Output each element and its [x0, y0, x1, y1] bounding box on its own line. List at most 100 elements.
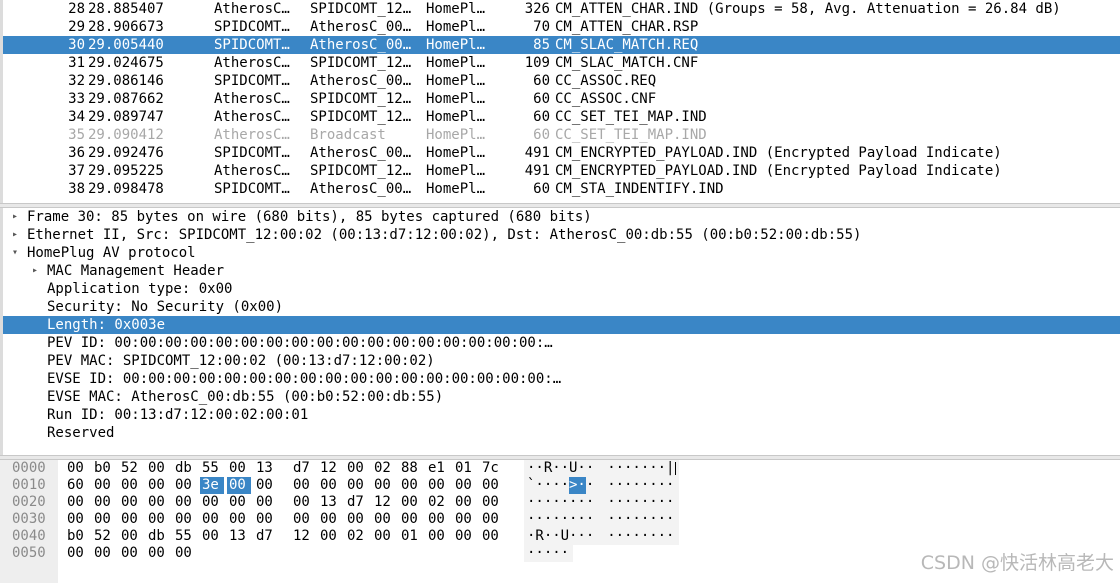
hex-byte[interactable]: 00 [374, 511, 398, 528]
hex-byte[interactable]: 00 [428, 477, 452, 494]
hex-byte[interactable]: 00 [148, 494, 172, 511]
ascii-char[interactable]: R [544, 460, 553, 477]
ascii-char[interactable]: · [607, 494, 616, 511]
hex-byte[interactable]: db [175, 460, 199, 477]
packet-row[interactable]: 37 29.095225 AtherosC… SPIDCOMT_12… HomePl… 4… [3, 162, 1120, 180]
hex-byte[interactable]: 00 [428, 528, 452, 545]
ascii-char[interactable]: · [658, 511, 667, 528]
ascii-char[interactable]: · [616, 477, 625, 494]
detail-tree-item[interactable]: ▸ Ethernet II, Src: SPIDCOMT_12:00:02 (00… [3, 226, 1120, 244]
hex-byte[interactable]: 7c [482, 460, 506, 477]
hex-byte[interactable]: 00 [202, 494, 226, 511]
ascii-char[interactable]: | [666, 460, 675, 477]
hex-byte[interactable]: 00 [148, 511, 172, 528]
ascii-char[interactable]: · [544, 494, 553, 511]
hex-byte[interactable]: 00 [293, 477, 317, 494]
hex-byte[interactable]: 02 [347, 528, 371, 545]
ascii-char[interactable]: · [641, 460, 650, 477]
ascii-char[interactable]: · [632, 528, 641, 545]
ascii-char[interactable]: · [641, 511, 650, 528]
detail-tree-item[interactable]: ▸ MAC Management Header [3, 262, 1120, 280]
ascii-char[interactable]: · [561, 494, 570, 511]
ascii-char[interactable]: · [666, 528, 675, 545]
hex-byte[interactable]: 00 [67, 511, 91, 528]
hex-byte[interactable]: 02 [374, 460, 398, 477]
packet-details-tree[interactable]: ▸ Frame 30: 85 bytes on wire (680 bits), … [0, 208, 1120, 455]
packet-row[interactable]: 31 29.024675 AtherosC… SPIDCOMT_12… HomePl… 1… [3, 54, 1120, 72]
hex-byte[interactable]: 00 [482, 494, 506, 511]
ascii-char[interactable]: · [552, 460, 561, 477]
ascii-char[interactable]: · [535, 545, 544, 562]
packet-row[interactable]: 34 29.089747 AtherosC… SPIDCOMT_12… HomePl… 6… [3, 108, 1120, 126]
hex-byte[interactable]: 00 [67, 460, 91, 477]
hex-byte[interactable]: 00 [202, 528, 226, 545]
hex-byte[interactable]: 00 [175, 494, 199, 511]
ascii-char[interactable]: · [632, 460, 641, 477]
hex-byte[interactable]: 00 [428, 511, 452, 528]
hex-byte[interactable]: 12 [293, 528, 317, 545]
hex-byte[interactable]: d7 [256, 528, 280, 545]
hex-byte[interactable]: 00 [482, 511, 506, 528]
hex-byte[interactable]: 00 [401, 511, 425, 528]
hex-byte[interactable]: 13 [256, 460, 280, 477]
hex-byte[interactable]: 00 [229, 494, 253, 511]
ascii-char[interactable]: · [552, 528, 561, 545]
hex-byte[interactable]: 00 [227, 477, 251, 494]
ascii-char[interactable]: · [569, 528, 578, 545]
hex-byte[interactable]: 00 [67, 494, 91, 511]
hex-byte[interactable]: 3e [200, 477, 224, 494]
ascii-char[interactable]: · [641, 494, 650, 511]
ascii-char[interactable]: · [561, 460, 570, 477]
hex-byte[interactable]: 12 [374, 494, 398, 511]
hex-byte[interactable]: b0 [94, 460, 118, 477]
hex-byte[interactable]: 00 [94, 545, 118, 562]
detail-tree-item[interactable]: ▾ HomePlug AV protocol [3, 244, 1120, 262]
ascii-char[interactable]: · [666, 511, 675, 528]
ascii-char[interactable]: > [569, 477, 578, 494]
ascii-char[interactable]: · [624, 494, 633, 511]
hex-byte[interactable]: 00 [121, 477, 145, 494]
hex-byte[interactable]: 13 [229, 528, 253, 545]
collapsed-arrow-icon[interactable]: ▸ [29, 262, 41, 280]
hex-byte[interactable]: 00 [67, 545, 91, 562]
ascii-char[interactable]: · [544, 511, 553, 528]
ascii-char[interactable]: · [577, 511, 586, 528]
ascii-char[interactable]: · [658, 494, 667, 511]
packet-row[interactable]: 28 28.885407 AtherosC… SPIDCOMT_12… HomePl… 3… [3, 0, 1120, 18]
detail-tree-item[interactable]: Length: 0x003e [3, 316, 1120, 334]
ascii-char[interactable]: ` [527, 477, 536, 494]
hex-byte[interactable]: 00 [455, 494, 479, 511]
ascii-char[interactable]: · [552, 477, 561, 494]
hex-byte[interactable]: 00 [455, 477, 479, 494]
ascii-char[interactable]: · [666, 477, 675, 494]
ascii-char[interactable]: · [616, 511, 625, 528]
hex-byte[interactable]: 00 [121, 511, 145, 528]
packet-list[interactable]: 28 28.885407 AtherosC… SPIDCOMT_12… HomePl… 3… [0, 0, 1120, 203]
ascii-char[interactable]: · [535, 511, 544, 528]
hex-byte[interactable]: 00 [256, 477, 280, 494]
ascii-char[interactable]: · [552, 494, 561, 511]
ascii-char[interactable]: · [632, 494, 641, 511]
hex-byte[interactable]: 00 [121, 494, 145, 511]
hex-byte[interactable]: 00 [347, 511, 371, 528]
hex-byte[interactable]: 00 [256, 511, 280, 528]
packet-row[interactable]: 35 29.090412 AtherosC… Broadcast HomePl… 60 CC… [3, 126, 1120, 144]
detail-tree-item[interactable]: PEV MAC: SPIDCOMT_12:00:02 (00:13:d7:12:… [3, 352, 1120, 370]
hex-byte[interactable]: 88 [401, 460, 425, 477]
hex-byte[interactable]: 00 [455, 528, 479, 545]
ascii-char[interactable]: · [527, 511, 536, 528]
ascii-char[interactable]: · [569, 511, 578, 528]
hex-byte[interactable]: 02 [428, 494, 452, 511]
hex-byte[interactable]: 00 [374, 528, 398, 545]
ascii-char[interactable]: · [607, 460, 616, 477]
hex-byte[interactable]: db [148, 528, 172, 545]
packet-row[interactable]: 36 29.092476 SPIDCOMT… AtherosC_00… HomePl… 4… [3, 144, 1120, 162]
ascii-char[interactable]: R [535, 528, 544, 545]
detail-tree-item[interactable]: Run ID: 00:13:d7:12:00:02:00:01 [3, 406, 1120, 424]
detail-tree-item[interactable]: Reserved [3, 424, 1120, 442]
ascii-char[interactable]: · [527, 528, 536, 545]
ascii-char[interactable]: · [624, 477, 633, 494]
ascii-char[interactable]: · [607, 477, 616, 494]
ascii-char[interactable]: · [527, 545, 536, 562]
ascii-char[interactable]: · [607, 511, 616, 528]
